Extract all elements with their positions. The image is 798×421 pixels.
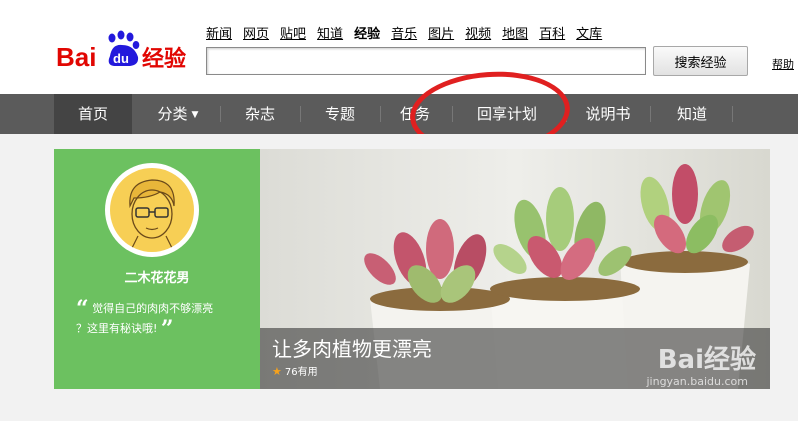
nav-manual[interactable]: 说明书 — [570, 94, 646, 134]
top-nav: 新闻 网页 贴吧 知道 经验 音乐 图片 视频 地图 百科 文库 — [206, 23, 602, 42]
quote-line-1: 觉得自己的肉肉不够漂亮 — [92, 302, 214, 315]
search-input[interactable] — [206, 47, 646, 75]
baidu-jingyan-logo[interactable]: Bai du 经验 — [54, 30, 194, 80]
nav-divider — [566, 106, 567, 122]
logo-du-text: du — [113, 51, 129, 66]
top-nav-web[interactable]: 网页 — [243, 23, 269, 42]
top-nav-baike[interactable]: 百科 — [539, 23, 565, 42]
nav-topics[interactable]: 专题 — [302, 94, 378, 134]
quote-line-2: ？这里有秘诀哦! — [76, 322, 158, 335]
nav-home[interactable]: 首页 — [54, 94, 132, 134]
top-nav-news[interactable]: 新闻 — [206, 23, 232, 42]
logo-jingyan-text: 经验 — [142, 46, 186, 72]
feature-quote: “ 觉得自己的肉肉不够漂亮 ？这里有秘诀哦! ” — [76, 296, 246, 342]
nav-divider — [650, 106, 651, 122]
help-link[interactable]: 帮助 — [772, 56, 794, 72]
open-quote-icon: “ — [76, 296, 89, 322]
avatar[interactable] — [105, 163, 199, 257]
top-nav-map[interactable]: 地图 — [502, 23, 528, 42]
top-nav-images[interactable]: 图片 — [428, 23, 454, 42]
top-nav-music[interactable]: 音乐 — [391, 23, 417, 42]
author-card[interactable]: 二木花花男 “ 觉得自己的肉肉不够漂亮 ？这里有秘诀哦! ” — [54, 149, 268, 389]
nav-divider — [452, 106, 453, 122]
nav-category-label: 分类 — [157, 105, 188, 123]
watermark-url: jingyan.baidu.com — [646, 375, 748, 388]
nav-tasks-label: 任务 — [399, 105, 430, 123]
top-nav-video[interactable]: 视频 — [465, 23, 491, 42]
useful-count: ★ 76有用 — [272, 363, 318, 378]
nav-category[interactable]: 分类 ▼ — [140, 94, 216, 134]
logo-bai-text: Bai — [56, 42, 96, 72]
nav-magazine-label: 杂志 — [244, 105, 275, 123]
author-name[interactable]: 二木花花男 — [54, 267, 260, 286]
feature-photo[interactable]: 让多肉植物更漂亮 ★ 76有用 Bai经验 jingyan.baidu.com — [260, 149, 770, 389]
nav-share-plan[interactable]: 回享计划 — [456, 94, 558, 134]
page-gutter — [770, 149, 798, 389]
nav-divider — [300, 106, 301, 122]
close-quote-icon: ” — [160, 316, 174, 342]
nav-share-plan-label: 回享计划 — [476, 105, 537, 123]
top-nav-wenku[interactable]: 文库 — [576, 23, 602, 42]
top-nav-tieba[interactable]: 贴吧 — [280, 23, 306, 42]
nav-zhidao-label: 知道 — [676, 105, 707, 123]
nav-divider — [732, 106, 733, 122]
top-nav-zhidao[interactable]: 知道 — [317, 23, 343, 42]
chevron-down-icon: ▼ — [191, 110, 199, 120]
nav-manual-label: 说明书 — [585, 105, 631, 123]
main-nav-bar: 首页 分类 ▼ 杂志 专题 任务 回享计划 说明书 知道 — [0, 94, 798, 134]
nav-topics-label: 专题 — [324, 105, 355, 123]
nav-zhidao[interactable]: 知道 — [654, 94, 730, 134]
useful-count-label: 76有用 — [284, 367, 318, 378]
star-icon: ★ — [272, 365, 282, 378]
search-button[interactable]: 搜索经验 — [653, 46, 748, 76]
nav-home-label: 首页 — [77, 105, 108, 123]
cartoon-face-icon — [129, 179, 175, 252]
nav-divider — [380, 106, 381, 122]
watermark: Bai经验 — [657, 345, 756, 375]
nav-tasks[interactable]: 任务 — [382, 94, 448, 134]
nav-divider — [220, 106, 221, 122]
nav-magazine[interactable]: 杂志 — [222, 94, 298, 134]
top-nav-jingyan[interactable]: 经验 — [354, 23, 380, 42]
feature-title[interactable]: 让多肉植物更漂亮 — [272, 333, 432, 362]
